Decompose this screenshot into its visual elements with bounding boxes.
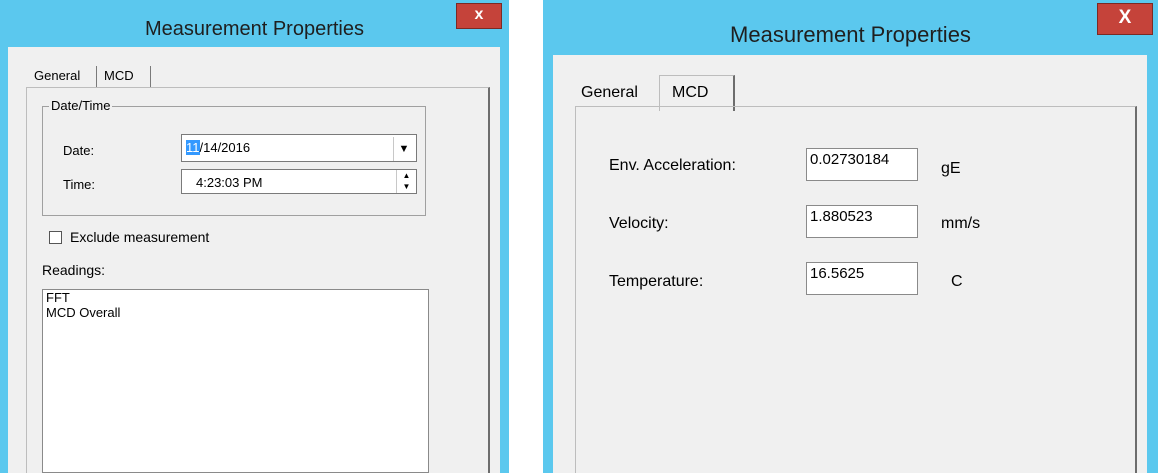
time-value: 4:23:03 PM <box>196 175 263 190</box>
measurement-properties-dialog-general: Measurement Properties x General MCD Dat… <box>0 0 509 473</box>
readings-label: Readings: <box>42 262 106 278</box>
env-acceleration-value: 0.02730184 <box>810 151 890 168</box>
dialog-client-area: General MCD Date/Time Date: 11/14/2016 ▼… <box>8 47 500 473</box>
tab-label: General <box>581 84 638 101</box>
window-title: Measurement Properties <box>145 18 364 40</box>
spin-up-icon[interactable]: ▲ <box>397 170 416 181</box>
tab-label: MCD <box>672 84 709 101</box>
spin-down-icon[interactable]: ▼ <box>397 181 416 192</box>
tab-separator <box>96 66 97 88</box>
close-icon: X <box>1118 7 1132 28</box>
list-item[interactable]: FFT <box>43 290 428 305</box>
temperature-unit: C <box>951 273 963 290</box>
title-bar[interactable]: Measurement Properties X <box>543 0 1158 60</box>
exclude-measurement-checkbox[interactable] <box>49 231 62 244</box>
tab-label: MCD <box>104 68 134 83</box>
spin-buttons: ▲ ▼ <box>396 170 416 193</box>
date-selected-segment: 11 <box>186 140 200 155</box>
close-icon: x <box>474 6 484 23</box>
groupbox-title: Date/Time <box>49 98 113 113</box>
list-item[interactable]: MCD Overall <box>43 305 428 320</box>
velocity-value: 1.880523 <box>810 208 873 225</box>
env-acceleration-unit: gE <box>941 160 961 177</box>
temperature-value: 16.5625 <box>810 265 865 282</box>
time-spinner[interactable]: 4:23:03 PM ▲ ▼ <box>181 169 417 194</box>
velocity-unit: mm/s <box>941 215 981 232</box>
temperature-field[interactable]: 16.5625 <box>806 262 918 295</box>
temperature-label: Temperature: <box>609 273 704 290</box>
close-button[interactable]: X <box>1097 3 1153 35</box>
velocity-label: Velocity: <box>609 215 669 232</box>
time-label: Time: <box>63 177 96 192</box>
date-text: 11/14/2016 <box>186 140 250 155</box>
readings-listbox[interactable]: FFT MCD Overall <box>42 289 429 473</box>
exclude-measurement-label: Exclude measurement <box>70 229 210 245</box>
close-button[interactable]: x <box>456 3 502 29</box>
date-remaining-segment: /14/2016 <box>199 140 251 155</box>
tab-separator <box>150 66 151 88</box>
env-acceleration-field[interactable]: 0.02730184 <box>806 148 918 181</box>
datetime-groupbox: Date/Time Date: 11/14/2016 ▼ Time: 4:23:… <box>42 98 426 216</box>
date-label: Date: <box>63 143 95 158</box>
tab-general[interactable]: General <box>581 79 638 109</box>
env-acceleration-label: Env. Acceleration: <box>609 157 736 174</box>
date-picker[interactable]: 11/14/2016 ▼ <box>181 134 417 162</box>
tab-label: General <box>34 68 81 83</box>
tab-mcd[interactable]: MCD <box>104 66 134 88</box>
dialog-client-area: General MCD Env. Acceleration: 0.0273018… <box>553 55 1147 473</box>
chevron-down-icon[interactable]: ▼ <box>393 137 414 161</box>
tab-general[interactable]: General <box>34 66 80 88</box>
window-title: Measurement Properties <box>730 22 971 47</box>
velocity-field[interactable]: 1.880523 <box>806 205 918 238</box>
measurement-properties-dialog-mcd: Measurement Properties X General MCD Env… <box>543 0 1158 473</box>
